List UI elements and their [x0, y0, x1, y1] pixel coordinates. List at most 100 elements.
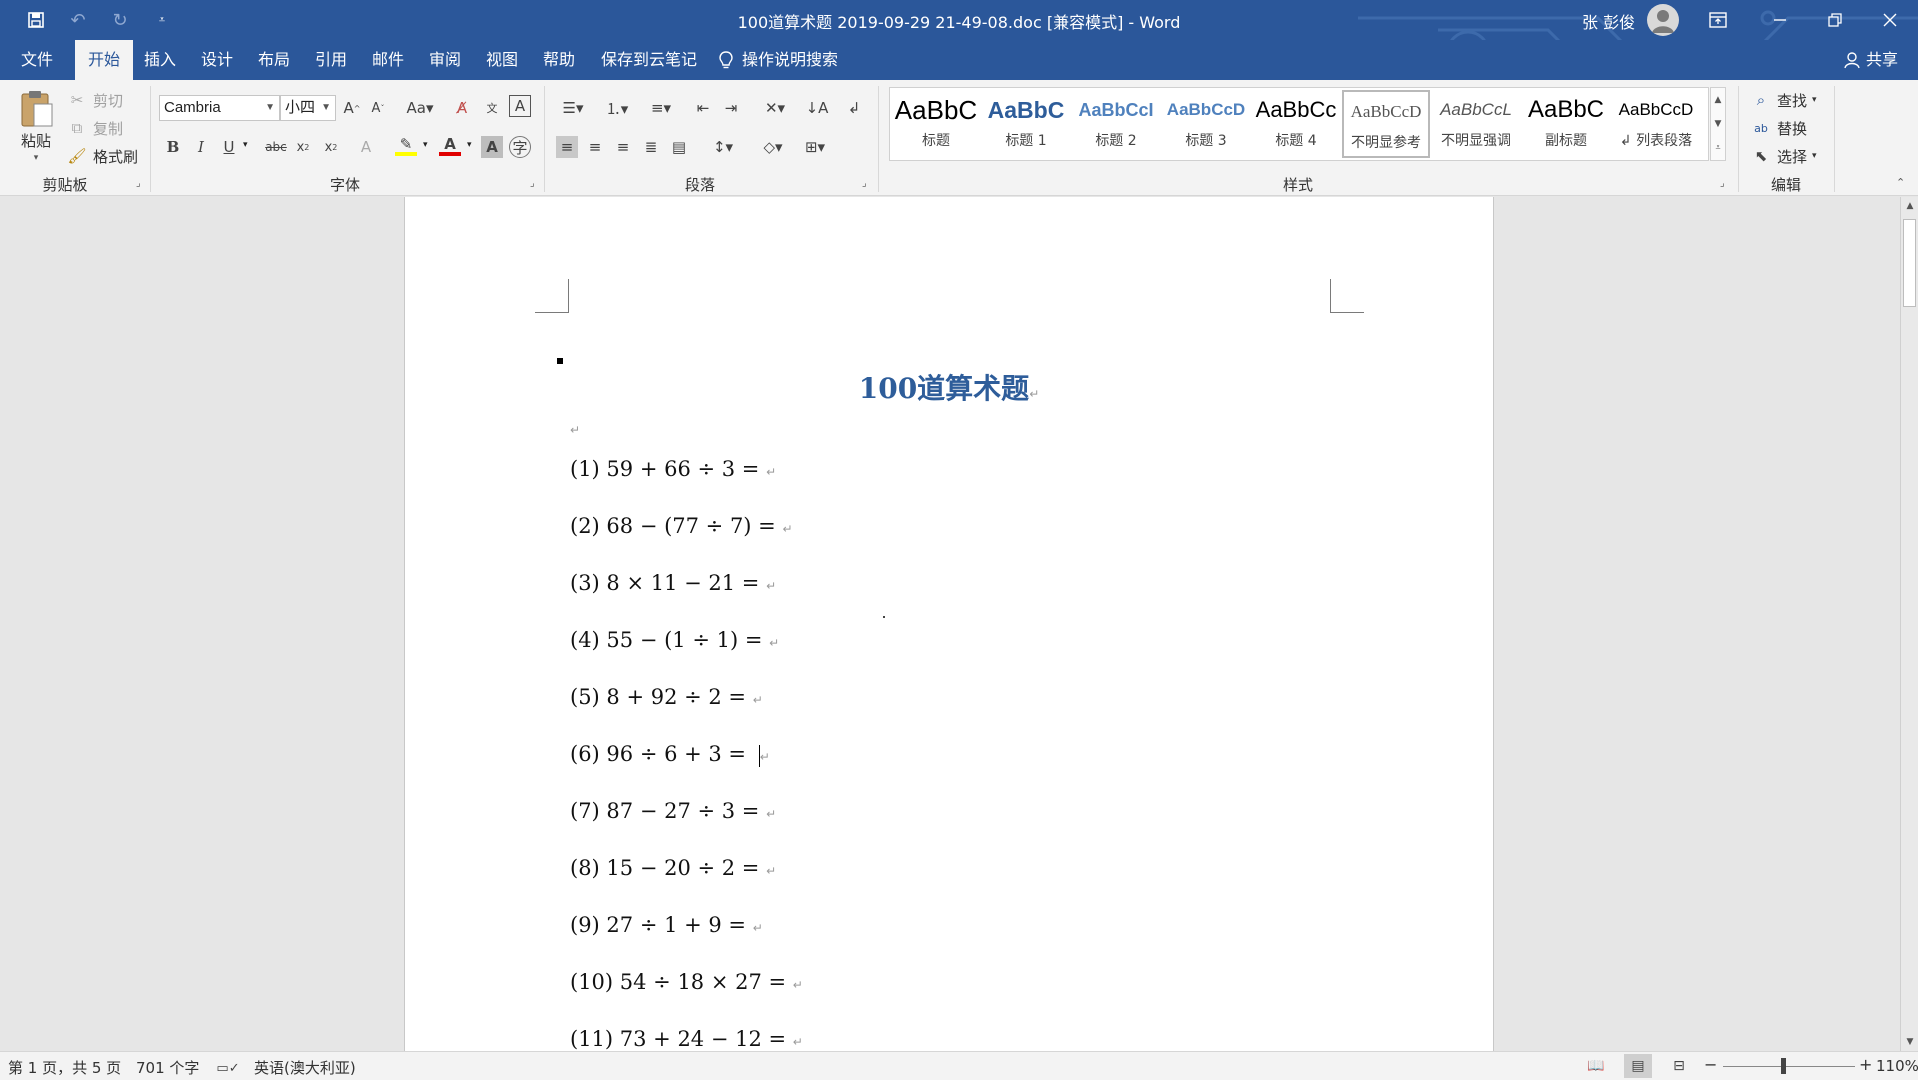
style-title[interactable]: AaBbC 标题 — [892, 90, 980, 158]
format-painter-button[interactable]: 🖌 格式刷 — [66, 145, 138, 167]
print-layout-icon[interactable]: ▤ — [1624, 1054, 1652, 1078]
tab-review[interactable]: 审阅 — [416, 40, 474, 80]
text-effects-icon[interactable]: A — [355, 136, 377, 158]
clipboard-launcher-icon[interactable]: ⌟ — [136, 178, 141, 189]
change-case-icon[interactable]: Aa▾ — [403, 97, 437, 119]
underline-dropdown-icon[interactable]: ▾ — [243, 140, 248, 150]
problem-1[interactable]: (1) 59 + 66 ÷ 3 = ↵ — [570, 457, 776, 481]
user-name[interactable]: 张 彭俊 — [1582, 9, 1635, 33]
decrease-indent-icon[interactable]: ⇤ — [692, 97, 714, 119]
style-subtle-reference[interactable]: AaBbCcD 不明显参考 — [1342, 90, 1430, 158]
zoom-slider[interactable] — [1723, 1066, 1855, 1067]
replace-button[interactable]: ab 替换 — [1750, 117, 1807, 139]
tab-file[interactable]: 文件 — [8, 40, 66, 80]
styles-scroll[interactable]: ▲ ▼ ⩡ — [1710, 87, 1726, 161]
avatar[interactable] — [1647, 4, 1679, 36]
italic-icon[interactable]: I — [190, 136, 212, 158]
problem-10[interactable]: (10) 54 ÷ 18 × 27 = ↵ — [570, 970, 803, 994]
subscript-icon[interactable]: x2 — [292, 136, 314, 158]
multilevel-list-icon[interactable]: ≡▾ — [644, 97, 678, 119]
zoom-slider-thumb[interactable] — [1781, 1058, 1786, 1074]
document-heading[interactable]: 100道算术题↵ — [405, 367, 1493, 407]
copy-button[interactable]: ⧉ 复制 — [66, 117, 123, 139]
style-list-paragraph[interactable]: AaBbCcD ↲ 列表段落 — [1612, 90, 1700, 158]
tab-save-to-cloud-notes[interactable]: 保存到云笔记 — [588, 40, 710, 80]
web-layout-icon[interactable]: ⊟ — [1665, 1054, 1693, 1078]
highlight-dropdown-icon[interactable]: ▾ — [423, 140, 428, 150]
increase-indent-icon[interactable]: ⇥ — [720, 97, 742, 119]
phonetic-guide-icon[interactable]: 文 — [481, 97, 503, 119]
style-heading-3[interactable]: AaBbCcD 标题 3 — [1162, 90, 1250, 158]
style-subtitle[interactable]: AaBbC 副标题 — [1522, 90, 1610, 158]
font-color-icon[interactable]: A — [439, 135, 461, 156]
paragraph-launcher-icon[interactable]: ⌟ — [862, 178, 867, 189]
align-center-icon[interactable]: ≡ — [584, 136, 606, 158]
chevron-up-icon[interactable]: ▲ — [1715, 95, 1722, 105]
shading-icon[interactable]: ◇▾ — [756, 136, 790, 158]
problem-3[interactable]: (3) 8 × 11 − 21 = ↵ — [570, 571, 776, 595]
scroll-up-icon[interactable]: ▲ — [1901, 197, 1918, 215]
numbering-icon[interactable]: ⒈▾ — [600, 97, 634, 119]
restore-icon[interactable] — [1807, 0, 1863, 40]
font-launcher-icon[interactable]: ⌟ — [530, 178, 535, 189]
scrollbar-thumb[interactable] — [1903, 219, 1916, 307]
highlight-icon[interactable]: ✎ — [395, 135, 417, 156]
zoom-level[interactable]: 110% — [1876, 1057, 1918, 1075]
page-count[interactable]: 第 1 页，共 5 页 — [8, 1057, 121, 1078]
styles-launcher-icon[interactable]: ⌟ — [1720, 178, 1725, 189]
zoom-in-icon[interactable]: + — [1859, 1055, 1872, 1074]
minimize-icon[interactable] — [1752, 0, 1808, 40]
style-heading-2[interactable]: AaBbCcI 标题 2 — [1072, 90, 1160, 158]
shrink-font-icon[interactable]: Aˇ — [367, 97, 389, 119]
vertical-scrollbar[interactable]: ▲ ▼ — [1900, 197, 1918, 1051]
proofing-status[interactable]: ▭✓ — [216, 1057, 239, 1079]
paste-dropdown-icon[interactable]: ▾ — [34, 153, 39, 163]
chevron-down-icon[interactable]: ▼ — [1715, 119, 1722, 129]
find-button[interactable]: ⌕ 查找 ▾ — [1750, 89, 1817, 111]
tell-me-search[interactable]: 操作说明搜索 — [718, 40, 838, 80]
document-page[interactable]: 100道算术题↵ ↵ (1) 59 + 66 ÷ 3 = ↵ (2) 68 − … — [404, 197, 1494, 1051]
scroll-down-icon[interactable]: ▼ — [1901, 1033, 1918, 1051]
strikethrough-icon[interactable]: abc — [262, 136, 290, 158]
underline-icon[interactable]: U — [218, 136, 240, 158]
zoom-out-icon[interactable]: − — [1704, 1055, 1717, 1074]
language-indicator[interactable]: 英语(澳大利亚) — [254, 1057, 356, 1078]
justify-icon[interactable]: ≣ — [640, 136, 662, 158]
line-spacing-icon[interactable]: ↕▾ — [706, 136, 740, 158]
collapse-ribbon-icon[interactable]: ⌃ — [1896, 176, 1905, 189]
close-icon[interactable] — [1862, 0, 1918, 40]
tab-design[interactable]: 设计 — [188, 40, 246, 80]
tab-mailings[interactable]: 邮件 — [359, 40, 417, 80]
problem-6[interactable]: (6) 96 ÷ 6 + 3 = ↵ — [570, 742, 770, 767]
problem-2[interactable]: (2) 68 − (77 ÷ 7) = ↵ — [570, 514, 793, 538]
problem-9[interactable]: (9) 27 ÷ 1 + 9 = ↵ — [570, 913, 763, 937]
font-name-combo[interactable]: Cambria ▼ — [159, 95, 280, 121]
borders-icon[interactable]: ⊞▾ — [798, 136, 832, 158]
chinese-layout-icon[interactable]: ✕▾ — [758, 97, 792, 119]
ribbon-display-options-icon[interactable] — [1690, 0, 1746, 40]
enclose-characters-icon[interactable]: 字 — [509, 136, 531, 158]
share-button[interactable]: 共享 — [1844, 40, 1898, 80]
character-border-icon[interactable]: A — [509, 95, 531, 117]
superscript-icon[interactable]: x2 — [320, 136, 342, 158]
read-mode-icon[interactable]: 📖 — [1582, 1054, 1610, 1078]
cut-button[interactable]: ✂ 剪切 — [66, 89, 123, 111]
bold-icon[interactable]: B — [162, 136, 184, 158]
style-heading-1[interactable]: AaBbC 标题 1 — [982, 90, 1070, 158]
align-right-icon[interactable]: ≡ — [612, 136, 634, 158]
tab-insert[interactable]: 插入 — [131, 40, 189, 80]
grow-font-icon[interactable]: A ^ — [341, 97, 363, 119]
paste-button[interactable]: 粘贴 ▾ — [14, 88, 58, 163]
problem-8[interactable]: (8) 15 − 20 ÷ 2 = ↵ — [570, 856, 776, 880]
style-subtle-emphasis[interactable]: AaBbCcL 不明显强调 — [1432, 90, 1520, 158]
font-size-combo[interactable]: 小四 ▼ — [280, 95, 336, 121]
problem-11[interactable]: (11) 73 + 24 − 12 = ↵ — [570, 1027, 803, 1051]
more-styles-icon[interactable]: ⩡ — [1715, 143, 1720, 153]
font-color-dropdown-icon[interactable]: ▾ — [467, 140, 472, 150]
problem-7[interactable]: (7) 87 − 27 ÷ 3 = ↵ — [570, 799, 776, 823]
word-count[interactable]: 701 个字 — [136, 1057, 199, 1078]
style-heading-4[interactable]: AaBbCc 标题 4 — [1252, 90, 1340, 158]
problem-5[interactable]: (5) 8 + 92 ÷ 2 = ↵ — [570, 685, 763, 709]
distributed-icon[interactable]: ▤ — [668, 136, 690, 158]
show-formatting-marks-icon[interactable]: ↲ — [843, 97, 865, 119]
